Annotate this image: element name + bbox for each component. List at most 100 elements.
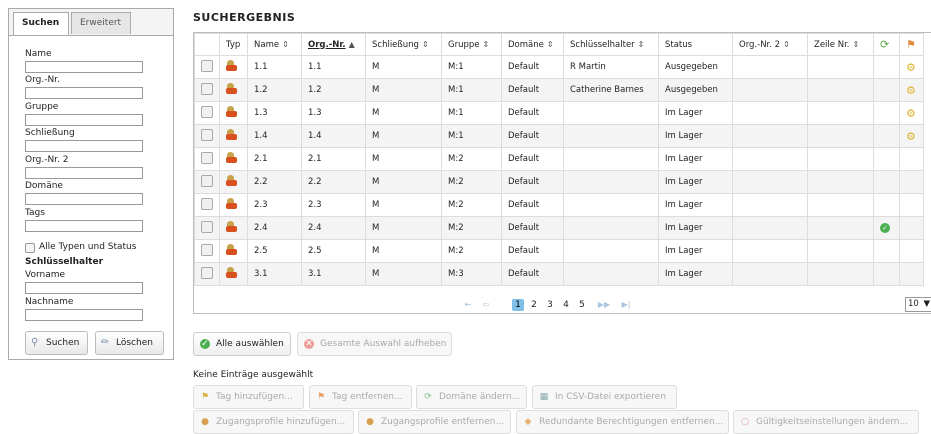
domain-cell: Default (501, 262, 564, 286)
eraser-icon: ✏ (101, 337, 110, 348)
clear-selection-button[interactable]: ✕ Gesamte Auswahl aufheben (297, 332, 452, 356)
col-domain[interactable]: Domäne ⇕ (501, 33, 564, 56)
tab-advanced[interactable]: Erweitert (71, 12, 131, 34)
closing-input[interactable] (25, 140, 143, 152)
extra-cell (899, 239, 924, 263)
tab-search[interactable]: Suchen (13, 12, 69, 35)
type-cell (219, 101, 248, 125)
row-checkbox[interactable] (201, 59, 213, 72)
group-cell: M:1 (441, 55, 502, 79)
sync-cell (873, 147, 900, 171)
status-cell: Im Lager (658, 170, 733, 194)
table-row[interactable]: 2.3 2.3 M M:2 Default Im Lager (194, 193, 924, 217)
search-button[interactable]: ⚲ Suchen (25, 331, 88, 355)
row-checkbox[interactable] (201, 174, 213, 187)
col-status[interactable]: Status (658, 33, 733, 56)
page-1-button[interactable]: 1 (512, 299, 524, 311)
status-cell: Ausgegeben (658, 78, 733, 102)
table-row[interactable]: 2.1 2.1 M M:2 Default Im Lager (194, 147, 924, 171)
gear-icon[interactable]: ⚙ (906, 61, 916, 74)
gear-icon[interactable]: ⚙ (906, 107, 916, 120)
lastname-input[interactable] (25, 309, 143, 321)
table-row[interactable]: 1.2 1.2 M M:1 Default Catherine Barnes Ausgege… (194, 78, 924, 102)
keyholder-cell (563, 216, 659, 240)
row-checkbox[interactable] (201, 197, 213, 210)
col-line-nr[interactable]: Zeile Nr. ⇕ (807, 33, 874, 56)
col-type[interactable]: Typ (219, 33, 248, 56)
table-row[interactable]: 1.4 1.4 M M:1 Default Im Lager ⚙ (194, 124, 924, 148)
col-sync[interactable]: ⟳ (873, 33, 900, 56)
extra-cell (899, 170, 924, 194)
col-org-nr-2[interactable]: Org.-Nr. 2 ⇕ (732, 33, 808, 56)
prev-page-button[interactable]: ⇦ (480, 299, 492, 311)
tag-add-icon: ⚑ (200, 392, 210, 402)
page-4-button[interactable]: 4 (560, 299, 572, 311)
org-nr-2-input[interactable] (25, 167, 143, 179)
col-extra[interactable]: ⚑ (899, 33, 924, 56)
sync-cell (873, 262, 900, 286)
col-keyholder[interactable]: Schlüsselhalter ⇕ (563, 33, 659, 56)
all-types-checkbox[interactable] (25, 243, 35, 253)
keyholder-cell (563, 262, 659, 286)
col-org-nr[interactable]: Org.-Nr. ▲ (301, 33, 366, 56)
gear-icon[interactable]: ⚙ (906, 130, 916, 143)
group-cell: M:2 (441, 239, 502, 263)
row-checkbox[interactable] (201, 151, 213, 164)
col-group[interactable]: Gruppe ⇕ (441, 33, 502, 56)
table-row[interactable]: 2.4 2.4 M M:2 Default Im Lager ✓ (194, 216, 924, 240)
col-closing[interactable]: Schließung ⇕ (365, 33, 442, 56)
col-name[interactable]: Name ⇕ (247, 33, 302, 56)
name-input[interactable] (25, 61, 143, 73)
next-page-button[interactable]: ▶▶ (596, 299, 612, 311)
row-checkbox[interactable] (201, 82, 213, 95)
row-checkbox[interactable] (201, 220, 213, 233)
last-page-button[interactable]: ▶| (620, 299, 632, 311)
row-checkbox[interactable] (201, 128, 213, 141)
page-3-button[interactable]: 3 (544, 299, 556, 311)
change-validity-button[interactable]: ○ Gültigkeitseinstellungen ändern... (733, 410, 919, 434)
add-tag-button[interactable]: ⚑ Tag hinzufügen... (193, 385, 304, 409)
remove-redundant-permissions-button[interactable]: ◆ Redundante Berechtigungen entfernen... (516, 410, 729, 434)
table-row[interactable]: 1.3 1.3 M M:1 Default Im Lager ⚙ (194, 101, 924, 125)
org-nr-input[interactable] (25, 87, 143, 99)
table-row[interactable]: 2.2 2.2 M M:2 Default Im Lager (194, 170, 924, 194)
table-row[interactable]: 3.1 3.1 M M:3 Default Im Lager (194, 262, 924, 286)
key-type-icon (226, 60, 237, 71)
change-domain-button[interactable]: ⟳ Domäne ändern... (416, 385, 527, 409)
results-table-container: Typ Name ⇕ Org.-Nr. ▲ Schließung ⇕ Gruppe ⇕ … (193, 32, 931, 314)
add-access-profiles-button[interactable]: ● Zugangsprofile hinzufügen... (193, 410, 354, 434)
clear-button[interactable]: ✏ Löschen (95, 331, 164, 355)
firstname-input[interactable] (25, 282, 143, 294)
org-nr-2-cell (732, 124, 808, 148)
export-csv-button[interactable]: ▦ In CSV-Datei exportieren (532, 385, 677, 409)
remove-tag-button[interactable]: ⚑ Tag entfernen... (309, 385, 412, 409)
tags-input[interactable] (25, 220, 143, 232)
table-row[interactable]: 1.1 1.1 M M:1 Default R Martin Ausgegeben ⚙ (194, 55, 924, 79)
group-input[interactable] (25, 114, 143, 126)
domain-input[interactable] (25, 193, 143, 205)
row-checkbox-cell (194, 262, 220, 286)
gear-icon[interactable]: ⚙ (906, 84, 916, 97)
search-button-label: Suchen (46, 338, 80, 348)
table-row[interactable]: 2.5 2.5 M M:2 Default Im Lager (194, 239, 924, 263)
row-checkbox[interactable] (201, 243, 213, 256)
extra-cell (899, 262, 924, 286)
validity-icon: ○ (741, 417, 749, 427)
row-checkbox-cell (194, 78, 220, 102)
row-checkbox[interactable] (201, 266, 213, 279)
row-checkbox-cell (194, 170, 220, 194)
first-page-button[interactable]: ⇤ (462, 299, 474, 311)
row-checkbox[interactable] (201, 105, 213, 118)
page-size-select[interactable]: 10 ▼ (905, 297, 931, 312)
page-2-button[interactable]: 2 (528, 299, 540, 311)
closing-cell: M (365, 55, 442, 79)
group-cell: M:2 (441, 170, 502, 194)
remove-access-profiles-button[interactable]: ● Zugangsprofile entfernen... (358, 410, 511, 434)
row-checkbox-cell (194, 55, 220, 79)
sync-cell (873, 239, 900, 263)
line-nr-cell (807, 78, 874, 102)
keyholder-cell (563, 124, 659, 148)
extra-cell (899, 216, 924, 240)
page-5-button[interactable]: 5 (576, 299, 588, 311)
select-all-button[interactable]: ✓ Alle auswählen (193, 332, 291, 356)
